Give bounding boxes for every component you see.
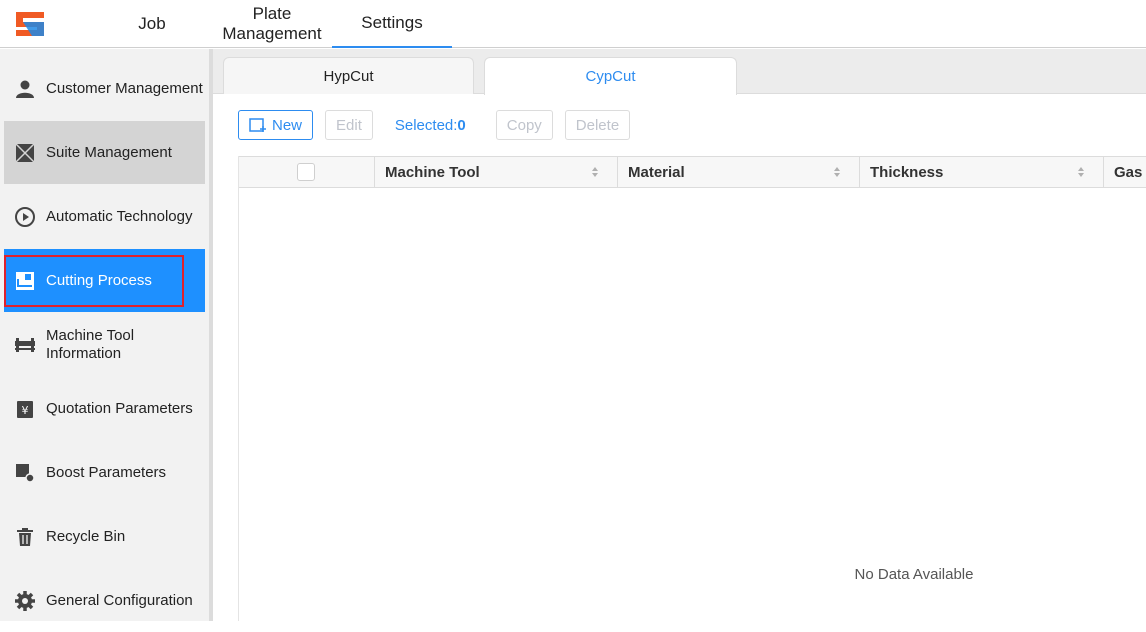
top-tab-job[interactable]: Job — [112, 0, 192, 48]
top-navigation-bar: Job Plate Management Settings — [0, 0, 1146, 48]
sidebar-item-label: Suite Management — [46, 143, 172, 161]
subtab-hypcut[interactable]: HypCut — [223, 57, 474, 94]
sidebar-item-suite-management[interactable]: Suite Management — [4, 121, 205, 184]
table-header: Machine Tool Material Thickness Gas — [239, 156, 1146, 188]
new-button[interactable]: New — [238, 110, 314, 140]
selected-count: Selected:0 — [394, 116, 466, 134]
sort-icon — [592, 167, 598, 177]
svg-text:¥: ¥ — [22, 404, 29, 417]
column-header-machine-tool[interactable]: Machine Tool — [374, 157, 617, 187]
sort-icon — [834, 167, 840, 177]
sort-icon — [1078, 167, 1084, 177]
sidebar-item-recycle-bin[interactable]: Recycle Bin — [4, 505, 205, 568]
delete-button[interactable]: Delete — [564, 110, 631, 140]
sidebar-item-label: Boost Parameters — [46, 463, 167, 481]
machine-bed-icon — [14, 334, 36, 356]
edit-button[interactable]: Edit — [325, 110, 373, 140]
process-toolbar: New Edit Selected:0 Copy Delete — [238, 110, 642, 140]
column-header-thickness[interactable]: Thickness — [859, 157, 1103, 187]
copy-button[interactable]: Copy — [495, 110, 553, 140]
sidebar-item-label: Customer Management — [46, 79, 203, 97]
process-table: Machine Tool Material Thickness Gas No D… — [238, 156, 1146, 621]
column-header-gas[interactable]: Gas — [1103, 157, 1146, 187]
sidebar-item-customer-management[interactable]: Customer Management — [4, 57, 205, 120]
sidebar-item-machine-tool-information[interactable]: Machine Tool Information — [4, 313, 205, 376]
sidebar-item-general-configuration[interactable]: General Configuration — [4, 569, 205, 632]
top-tab-plate-management[interactable]: Plate Management — [212, 0, 332, 48]
sidebar-item-label: Machine Tool Information — [46, 326, 135, 362]
subtab-cypcut[interactable]: CypCut — [484, 57, 737, 95]
software-subtabs: HypCut CypCut — [213, 49, 1146, 95]
app-logo-icon — [14, 10, 46, 38]
top-tab-settings[interactable]: Settings — [332, 0, 452, 48]
sidebar-item-label: Quotation Parameters — [46, 399, 193, 417]
add-window-icon — [249, 118, 266, 132]
boost-gear-icon — [14, 462, 36, 484]
sidebar-item-label: Recycle Bin — [46, 527, 126, 545]
main-content: HypCut CypCut New Edit Selected:0 Copy D… — [213, 49, 1146, 621]
cutting-process-icon — [14, 270, 36, 292]
trash-icon — [14, 526, 36, 548]
sidebar-item-quotation-parameters[interactable]: ¥ Quotation Parameters — [4, 377, 205, 440]
play-circle-icon — [14, 206, 36, 228]
sidebar-item-label: Automatic Technology — [46, 207, 193, 225]
column-header-material[interactable]: Material — [617, 157, 859, 187]
yen-document-icon: ¥ — [14, 398, 36, 420]
sidebar-item-boost-parameters[interactable]: Boost Parameters — [4, 441, 205, 504]
empty-table-message: No Data Available — [854, 566, 974, 583]
sidebar-item-automatic-technology[interactable]: Automatic Technology — [4, 185, 205, 248]
select-all-checkbox[interactable] — [297, 163, 315, 181]
sidebar-item-label: Cutting Process — [46, 271, 152, 289]
sidebar-item-label: General Configuration — [46, 591, 193, 609]
suite-icon — [14, 142, 36, 164]
gear-icon — [14, 590, 36, 612]
settings-sidebar: Customer Management Suite Management Aut… — [0, 49, 213, 621]
person-icon — [14, 78, 36, 100]
sidebar-item-cutting-process[interactable]: Cutting Process — [4, 249, 205, 312]
